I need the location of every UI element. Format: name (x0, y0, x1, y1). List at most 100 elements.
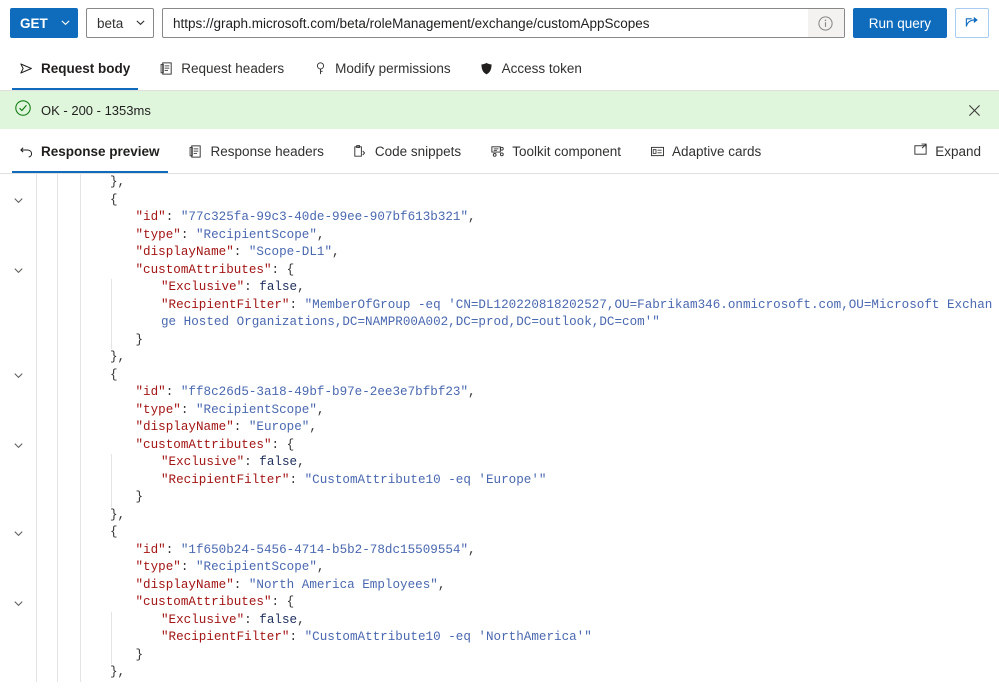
json-line-text: "id": "ff8c26d5-3a18-49bf-b97e-2ee3e7bfb… (0, 384, 999, 402)
json-token-p: } (135, 490, 144, 504)
json-token-p: } (135, 332, 144, 347)
json-line: { (0, 524, 999, 542)
json-line-text: "Exclusive": false, (0, 279, 999, 297)
json-token-p: : (165, 542, 181, 557)
json-token-s: "RecipientScope" (195, 227, 317, 242)
json-token-k: "Exclusive" (161, 455, 245, 469)
json-token-k: "RecipientFilter" (161, 630, 290, 644)
tab-adaptive-cards[interactable]: Adaptive cards (635, 129, 775, 173)
json-token-p: , (316, 227, 325, 242)
json-token-k: "Exclusive" (161, 280, 245, 294)
json-token-k: "RecipientFilter" (161, 472, 290, 487)
chevron-down-icon[interactable] (10, 368, 27, 384)
json-token-p: , (297, 455, 305, 469)
json-token-p: : (233, 577, 249, 592)
json-token-s: "CustomAttribute10 -eq 'NorthAmerica'" (304, 630, 592, 644)
json-line-text: }, (0, 174, 999, 192)
json-token-k: "customAttributes" (135, 262, 272, 277)
json-token-k: "RecipientFilter" (161, 297, 290, 312)
json-token-s: "Europe" (248, 420, 310, 434)
request-url-field[interactable] (162, 8, 845, 38)
json-line: "type": "RecipientScope", (0, 559, 999, 577)
request-url-input[interactable] (163, 10, 808, 36)
share-query-button[interactable] (955, 8, 989, 38)
http-method-select[interactable]: GET (10, 8, 78, 38)
tab-modify-permissions[interactable]: Modify permissions (298, 46, 465, 90)
tab-request-headers[interactable]: Request headers (144, 46, 298, 90)
json-line-text: "customAttributes": { (0, 262, 999, 280)
json-line-text: "RecipientFilter": "MemberOfGroup -eq 'C… (0, 297, 999, 332)
json-token-p: }, (110, 175, 126, 189)
json-token-p: } (135, 647, 144, 662)
json-line: "displayName": "Europe", (0, 419, 999, 437)
json-line-text: } (0, 332, 999, 350)
json-line: "Exclusive": false, (0, 279, 999, 297)
card-icon (649, 143, 665, 159)
json-token-p: , (316, 402, 325, 417)
json-token-p: : { (271, 595, 295, 609)
json-line: { (0, 367, 999, 385)
json-line-text: } (0, 647, 999, 665)
tab-label: Response headers (210, 143, 324, 159)
json-line: "type": "RecipientScope", (0, 402, 999, 420)
chevron-down-icon[interactable] (10, 263, 27, 279)
chevron-down-icon[interactable] (10, 193, 27, 209)
json-line: "id": "77c325fa-99c3-40de-99ee-907bf613b… (0, 209, 999, 227)
chevron-down-icon (60, 16, 71, 31)
chevron-down-icon[interactable] (10, 595, 27, 611)
json-token-k: "displayName" (135, 245, 234, 259)
json-token-k: "type" (135, 227, 181, 242)
tab-toolkit-component[interactable]: Toolkit component (475, 129, 635, 173)
json-token-k: "id" (135, 210, 166, 224)
key-icon (312, 60, 328, 76)
json-token-p: , (316, 560, 325, 574)
json-token-p: , (468, 542, 476, 557)
tab-label: Response preview (41, 143, 160, 159)
status-message: OK - 200 - 1353ms (41, 102, 151, 118)
tab-response-preview[interactable]: Response preview (12, 129, 174, 173)
chevron-down-icon[interactable] (10, 525, 27, 541)
undo-icon (18, 143, 34, 159)
expand-button[interactable]: Expand (899, 129, 999, 173)
json-token-p: : (180, 402, 196, 417)
shield-icon (479, 60, 495, 76)
tab-request-body[interactable]: Request body (12, 46, 144, 90)
api-version-select[interactable]: beta (86, 8, 154, 38)
json-token-p: , (332, 245, 340, 259)
json-line-text: "id": "77c325fa-99c3-40de-99ee-907bf613b… (0, 209, 999, 227)
json-token-p: , (309, 420, 317, 434)
json-line: "Exclusive": false, (0, 454, 999, 472)
json-token-p: : (244, 455, 260, 469)
run-query-button[interactable]: Run query (852, 8, 947, 38)
chevron-down-icon[interactable] (10, 438, 27, 454)
json-token-p: : { (271, 262, 295, 277)
api-version-value: beta (97, 15, 124, 31)
json-token-p: : (289, 472, 305, 487)
json-line-text: "customAttributes": { (0, 594, 999, 612)
json-token-p: : (180, 560, 196, 574)
json-token-p: , (468, 385, 476, 399)
json-token-p: { (110, 367, 118, 382)
http-method-value: GET (20, 15, 48, 31)
json-line: "type": "RecipientScope", (0, 227, 999, 245)
json-viewer[interactable]: }, {"id": "77c325fa-99c3-40de-99ee-907bf6… (0, 174, 999, 682)
tab-code-snippets[interactable]: Code snippets (338, 129, 475, 173)
response-preview-panel[interactable]: }, {"id": "77c325fa-99c3-40de-99ee-907bf6… (0, 174, 999, 682)
json-line: { (0, 192, 999, 210)
tab-label: Access token (501, 60, 582, 76)
json-line: "id": "1f650b24-5456-4714-b5b2-78dc15509… (0, 542, 999, 560)
tab-access-token[interactable]: Access token (465, 46, 596, 90)
toolkit-icon (489, 143, 505, 159)
json-line: } (0, 331, 999, 350)
json-line: "displayName": "North America Employees"… (0, 577, 999, 595)
close-icon[interactable] (959, 95, 989, 125)
info-icon[interactable] (807, 9, 844, 37)
tab-label: Modify permissions (335, 60, 451, 76)
request-tab-strip: Request body Request headers Modify perm… (0, 46, 999, 91)
tab-response-headers[interactable]: Response headers (174, 129, 338, 173)
json-line-text: "customAttributes": { (0, 437, 999, 455)
json-token-p: : (233, 245, 249, 259)
json-line: } (0, 646, 999, 665)
json-line-text: } (0, 489, 999, 507)
json-token-s: "CustomAttribute10 -eq 'Europe'" (304, 472, 547, 487)
